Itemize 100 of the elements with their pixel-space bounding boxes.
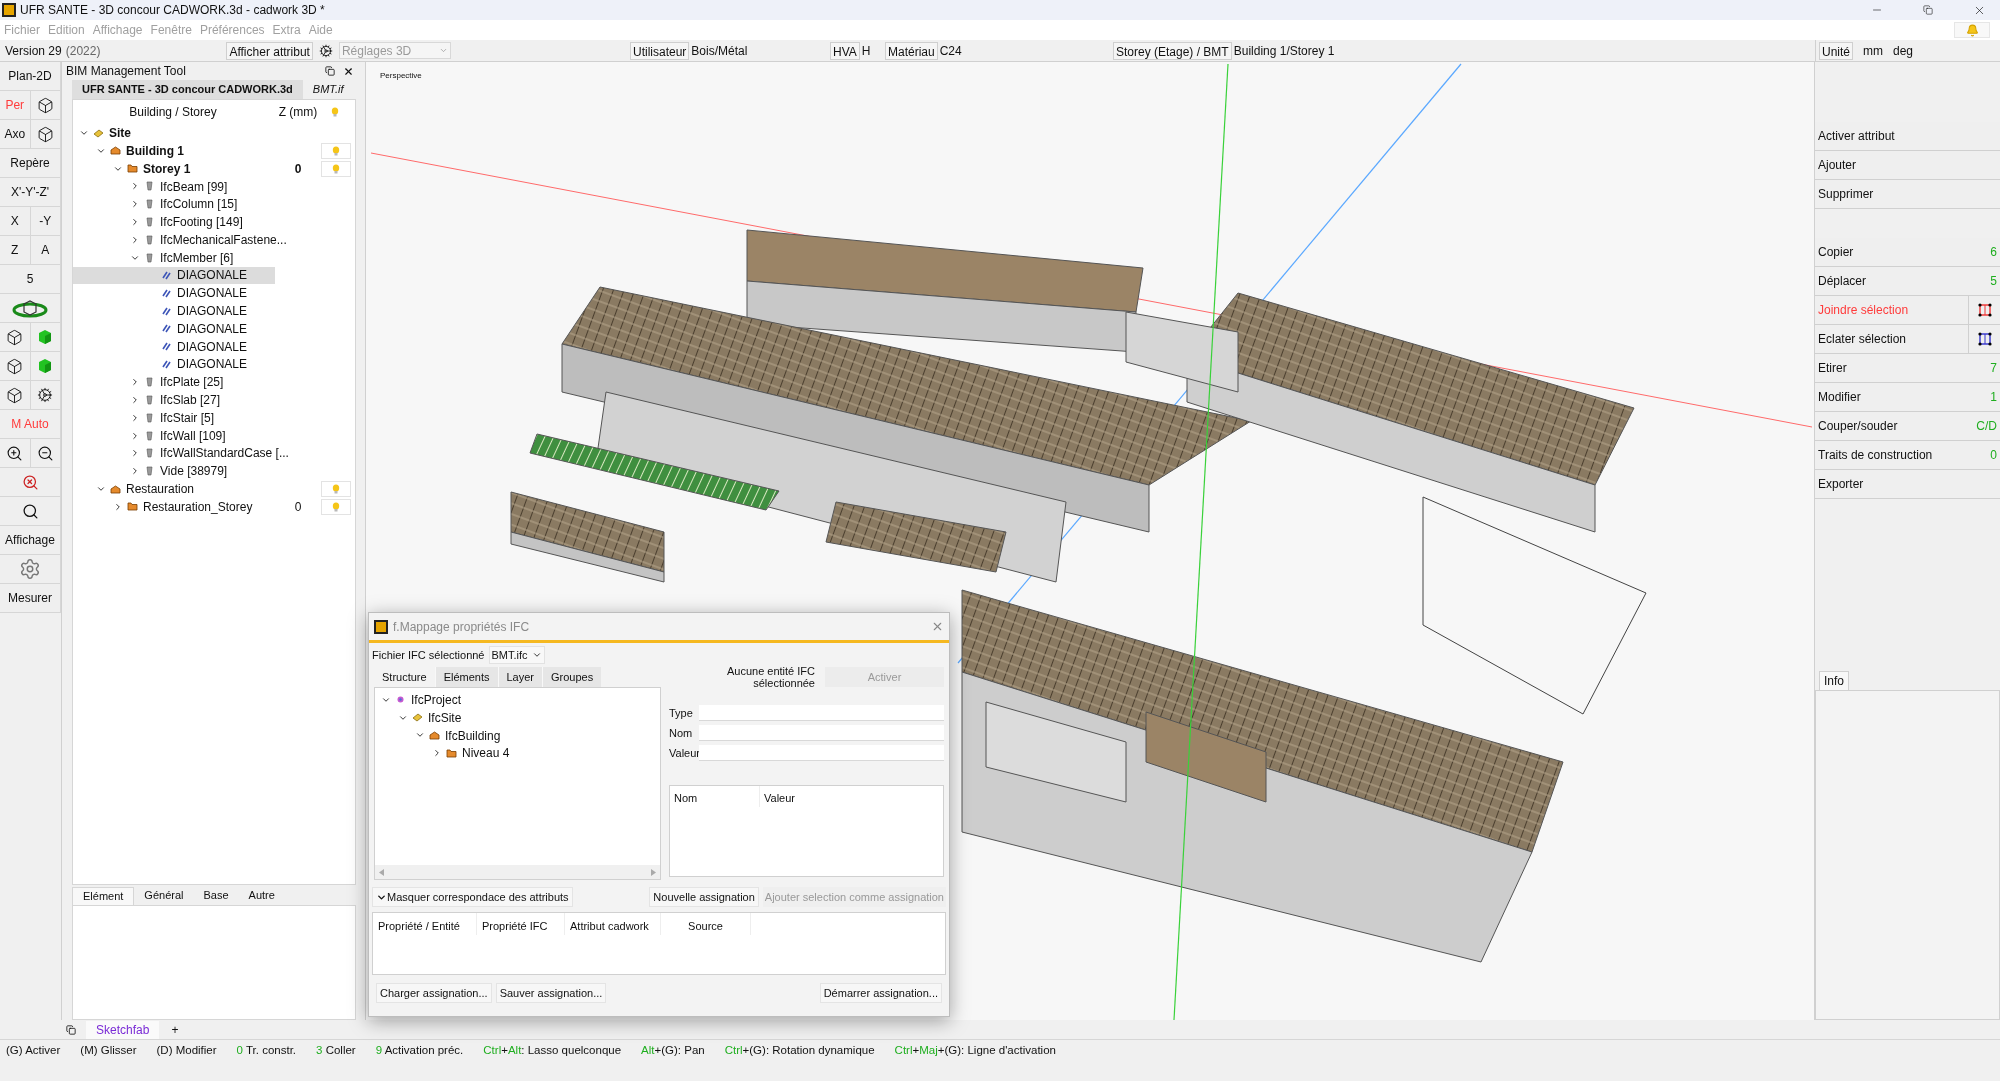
- zoom-in-icon[interactable]: [6, 444, 24, 462]
- command-button[interactable]: Déplacer: [1815, 267, 1991, 295]
- close-icon[interactable]: [343, 65, 354, 77]
- field-button[interactable]: HVA: [830, 41, 860, 60]
- chevron-right-icon[interactable]: [432, 748, 442, 759]
- chevron-right-icon[interactable]: [130, 217, 140, 228]
- property-tab[interactable]: Autre: [238, 886, 285, 905]
- tool-button[interactable]: Repère: [0, 149, 61, 178]
- tool-button[interactable]: Axo: [0, 120, 31, 149]
- tree-item[interactable]: IfcPlate [25]: [73, 373, 275, 392]
- tree-item[interactable]: Storey 1: [73, 159, 275, 178]
- chevron-right-icon[interactable]: [130, 412, 140, 423]
- tree-item[interactable]: IfcWallStandardCase [...: [73, 444, 289, 463]
- file-tab[interactable]: BMT.if: [302, 80, 354, 100]
- tree-item[interactable]: Restauration_Storey: [73, 497, 275, 516]
- tool-button[interactable]: X'-Y'-Z': [0, 178, 61, 207]
- zoom-out-icon[interactable]: [36, 444, 54, 462]
- dialog-tab[interactable]: Layer: [497, 667, 543, 687]
- assignment-button[interactable]: Charger assignation...: [376, 983, 492, 1003]
- tree-item[interactable]: IfcWall [109]: [73, 426, 275, 445]
- tree-item[interactable]: IfcSlab [27]: [73, 391, 275, 409]
- tree-item[interactable]: DIAGONALE: [73, 319, 275, 338]
- field-button[interactable]: Storey (Etage) / BMT: [1113, 41, 1232, 60]
- field-button[interactable]: Matériau: [885, 41, 938, 60]
- show-attribute-button[interactable]: Afficher attribut: [226, 41, 313, 60]
- field-button[interactable]: Utilisateur: [630, 41, 690, 60]
- file-select[interactable]: BMT.ifc: [488, 646, 545, 664]
- command-button[interactable]: Couper/souder: [1815, 412, 1977, 440]
- property-tab[interactable]: Général: [134, 886, 194, 905]
- tree-item[interactable]: IfcStair [5]: [73, 408, 275, 427]
- tree-item[interactable]: IfcMember [6]: [73, 248, 275, 267]
- chevron-right-icon[interactable]: [130, 430, 140, 441]
- tree-item[interactable]: Site: [73, 124, 275, 142]
- selection-grid-icon[interactable]: [1976, 302, 1993, 318]
- tree-item[interactable]: DIAGONALE: [73, 284, 275, 303]
- property-tab[interactable]: Base: [193, 886, 239, 905]
- tree-item[interactable]: IfcSite: [375, 708, 660, 727]
- window-icon[interactable]: [66, 1024, 76, 1035]
- chevron-right-icon[interactable]: [130, 199, 140, 210]
- cube-icon[interactable]: [36, 125, 54, 143]
- tree-item[interactable]: Building 1: [73, 142, 275, 160]
- bottom-tab[interactable]: Sketchfab: [86, 1020, 160, 1039]
- chevron-right-icon[interactable]: [130, 448, 140, 459]
- tree-item[interactable]: DIAGONALE: [73, 355, 275, 374]
- tool-button[interactable]: -Y: [30, 207, 61, 236]
- solid-cube-icon[interactable]: [37, 329, 54, 345]
- property-tab[interactable]: Elément: [72, 886, 135, 905]
- tree-item[interactable]: DIAGONALE: [73, 266, 275, 285]
- tree-item[interactable]: IfcBeam [99]: [73, 177, 275, 196]
- text-field[interactable]: [699, 745, 944, 761]
- zoom-icon[interactable]: [21, 502, 39, 520]
- cube-icon[interactable]: [6, 357, 24, 375]
- command-button[interactable]: Ajouter: [1815, 151, 2000, 179]
- chevron-right-icon[interactable]: [130, 377, 140, 388]
- tool-button[interactable]: X: [0, 207, 31, 236]
- chevron-right-icon[interactable]: [130, 395, 140, 406]
- info-tab[interactable]: Info: [1819, 671, 1849, 690]
- cube-icon[interactable]: [36, 96, 54, 114]
- orbit-icon[interactable]: [12, 298, 48, 318]
- gears-icon[interactable]: [37, 387, 54, 403]
- command-button[interactable]: Modifier: [1815, 383, 1991, 411]
- solid-cube-icon[interactable]: [37, 358, 54, 374]
- command-button[interactable]: Exporter: [1815, 470, 2000, 498]
- chevron-right-icon[interactable]: [130, 466, 140, 477]
- tool-button[interactable]: Mesurer: [0, 584, 61, 613]
- hide-mapping-button[interactable]: Masquer correspondace des attributs: [372, 887, 573, 907]
- tree-item[interactable]: DIAGONALE: [73, 302, 275, 320]
- chevron-right-icon[interactable]: [113, 501, 123, 512]
- tree-item[interactable]: DIAGONALE: [73, 337, 275, 356]
- tree-item[interactable]: IfcMechanicalFastene...: [73, 231, 287, 249]
- chevron-right-icon[interactable]: [130, 234, 140, 245]
- text-field[interactable]: [699, 705, 944, 721]
- tool-button[interactable]: Affichage: [0, 526, 61, 555]
- text-field[interactable]: [699, 725, 944, 741]
- float-icon[interactable]: [325, 66, 335, 76]
- chevron-right-icon[interactable]: [130, 181, 140, 192]
- tool-button[interactable]: Z: [0, 236, 31, 265]
- tree-item[interactable]: Vide [38979]: [73, 462, 275, 481]
- dialog-tab[interactable]: Groupes: [542, 667, 602, 687]
- dialog-tab[interactable]: Eléments: [434, 667, 498, 687]
- command-button[interactable]: Etirer: [1815, 354, 1991, 382]
- restore-icon[interactable]: [1923, 5, 1933, 15]
- assignment-button[interactable]: Sauver assignation...: [495, 983, 607, 1003]
- zoom-reset-icon[interactable]: [21, 473, 39, 491]
- start-assignment-button[interactable]: Démarrer assignation...: [819, 983, 942, 1003]
- tool-button[interactable]: 5: [0, 265, 61, 294]
- tool-button[interactable]: A: [30, 236, 61, 265]
- command-button[interactable]: Supprimer: [1815, 180, 2000, 208]
- tree-item[interactable]: IfcFooting [149]: [73, 213, 275, 231]
- tree-item[interactable]: Niveau 4: [375, 744, 660, 763]
- cube-icon[interactable]: [6, 386, 24, 404]
- command-button[interactable]: Traits de construction: [1815, 441, 1991, 469]
- unit-button[interactable]: Unité: [1819, 41, 1853, 60]
- tree-item[interactable]: Restauration: [73, 480, 275, 498]
- tree-item[interactable]: IfcColumn [15]: [73, 195, 275, 214]
- tree-item[interactable]: IfcProject: [375, 691, 660, 709]
- command-button[interactable]: Activer attribut: [1815, 122, 2000, 150]
- gears-icon[interactable]: [318, 43, 333, 58]
- file-tab[interactable]: UFR SANTE - 3D concour CADWORK.3d: [72, 80, 303, 100]
- cube-icon[interactable]: [6, 328, 24, 346]
